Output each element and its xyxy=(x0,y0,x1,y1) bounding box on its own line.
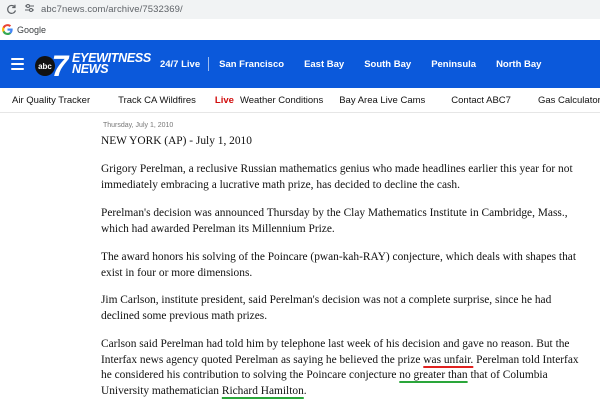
subnav-live[interactable]: Live xyxy=(215,95,234,106)
text-run: University mathematician xyxy=(101,384,222,397)
reload-icon[interactable] xyxy=(4,3,18,17)
paragraph-3-line-2: exist in four or more dimensions. xyxy=(101,266,253,279)
nav-san-francisco[interactable]: San Francisco xyxy=(209,59,294,70)
subnav-air-quality[interactable]: Air Quality Tracker xyxy=(12,95,90,106)
secondary-nav: Air Quality Tracker Track CA Wildfires L… xyxy=(0,88,600,113)
paragraph-2-line-1: Perelman's decision was announced Thursd… xyxy=(101,207,568,219)
address-bar[interactable]: abc7news.com/archive/7532369/ xyxy=(24,2,183,17)
highlight-no-greater-than: no greater than xyxy=(399,369,468,381)
paragraph-1-line-1: Grigory Perelman, a reclusive Russian ma… xyxy=(101,163,573,175)
highlight-richard-hamilton: Richard Hamilton xyxy=(221,384,304,397)
subnav-weather[interactable]: Weather Conditions xyxy=(240,95,323,106)
highlight-was-unfair: was unfair. xyxy=(423,353,474,366)
paragraph-4-line-2: declined some previous math prizes. xyxy=(101,309,268,322)
site-header: abc 7 EYEWITNESS NEWS 24/7 Live San Fran… xyxy=(0,40,600,88)
nav-south-bay[interactable]: South Bay xyxy=(354,59,421,70)
paragraph-5-line-1: Carlson said Perelman had told him by te… xyxy=(101,338,570,350)
text-run: Perelman told Interfax xyxy=(473,353,579,366)
text-run: Interfax news agency quoted Perelman as … xyxy=(101,353,424,366)
google-icon xyxy=(2,24,13,35)
abc7-logo[interactable]: abc 7 EYEWITNESS NEWS xyxy=(34,40,151,88)
abc7-logo-mark: abc 7 xyxy=(34,49,70,83)
menu-icon[interactable] xyxy=(11,58,24,70)
text-run: he considered his contribution to solvin… xyxy=(101,369,400,381)
paragraph-2-line-2: which had awarded Perelman its Millenniu… xyxy=(101,222,335,235)
main-nav: 24/7 Live San Francisco East Bay South B… xyxy=(160,57,552,71)
url-text[interactable]: abc7news.com/archive/7532369/ xyxy=(41,4,183,15)
text-run: . xyxy=(303,384,307,397)
paragraph-5-line-3: he considered his contribution to solvin… xyxy=(101,368,548,384)
logo-seven-text: 7 xyxy=(52,50,70,79)
nav-north-bay[interactable]: North Bay xyxy=(486,59,551,70)
text-run: that of Columbia xyxy=(467,369,548,381)
nav-east-bay[interactable]: East Bay xyxy=(294,59,354,70)
bookmark-google[interactable]: Google xyxy=(17,25,46,35)
paragraph-5-line-4: University mathematician Richard Hamilto… xyxy=(101,384,307,400)
subnav-contact[interactable]: Contact ABC7 xyxy=(451,95,511,106)
paragraph-3-line-1: The award honors his solving of the Poin… xyxy=(101,251,577,263)
nav-247-live[interactable]: 24/7 Live xyxy=(160,59,208,70)
paragraph-1-line-2: immediately embracing a lucrative math p… xyxy=(101,178,460,191)
nav-peninsula[interactable]: Peninsula xyxy=(421,59,486,70)
paragraph-5-line-2: Interfax news agency quoted Perelman as … xyxy=(101,353,579,369)
browser-toolbar: abc7news.com/archive/7532369/ xyxy=(0,0,600,19)
paragraph-4-line-1: Jim Carlson, institute president, said P… xyxy=(101,294,552,306)
dateline-paragraph: NEW YORK (AP) - July 1, 2010 xyxy=(101,135,252,147)
subnav-gas-calculator[interactable]: Gas Calculator xyxy=(538,95,600,106)
logo-line-2: NEWS xyxy=(72,62,109,76)
bookmarks-bar: Google xyxy=(0,19,600,41)
subnav-live-cams[interactable]: Bay Area Live Cams xyxy=(339,95,425,106)
logo-abc-text: abc xyxy=(38,62,52,71)
site-info-icon[interactable] xyxy=(24,3,35,16)
subnav-wildfires[interactable]: Track CA Wildfires xyxy=(118,95,196,106)
article-date: Thursday, July 1, 2010 xyxy=(103,122,174,129)
